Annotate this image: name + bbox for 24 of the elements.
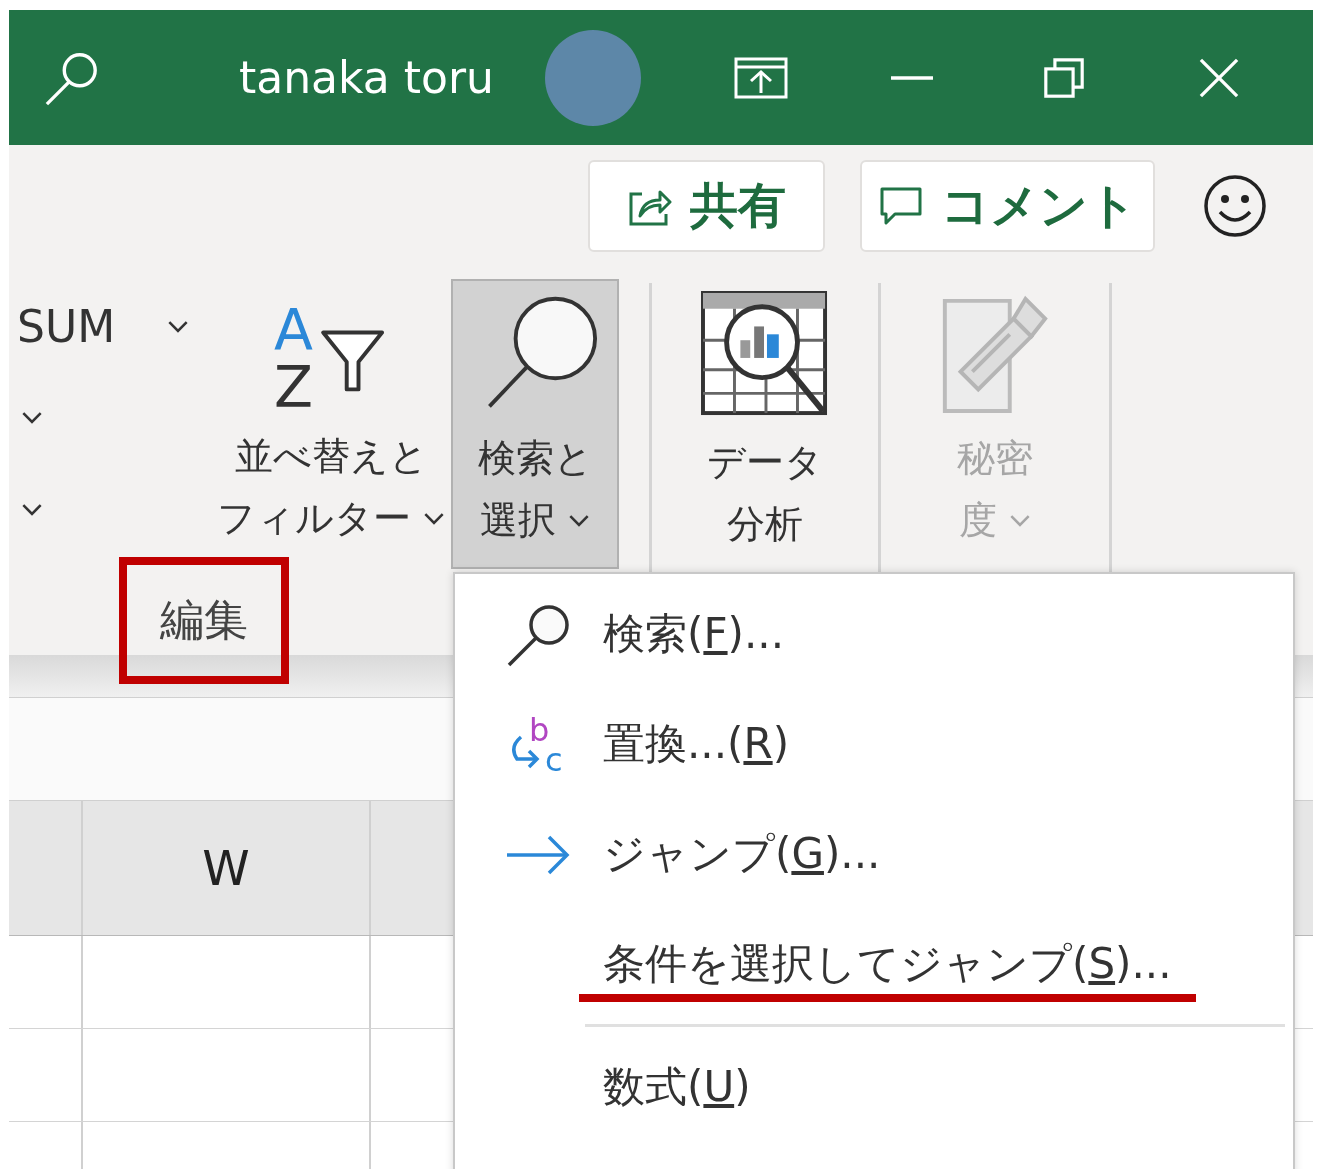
comment-button[interactable]: コメント [860,160,1155,252]
smiley-icon[interactable] [1203,174,1267,238]
share-button[interactable]: 共有 [588,160,825,252]
autosum-label[interactable]: SUM [17,300,116,352]
search-icon [505,603,571,667]
menu-item[interactable]: 数式(U) [455,1033,1293,1143]
group-label: 編集 [119,557,289,684]
restore-icon[interactable] [1044,57,1084,98]
data-analysis-button[interactable]: データ 分析 [652,279,878,569]
menu-item[interactable]: 検索(F)... [455,580,1293,690]
data-analysis-icon [701,291,829,417]
menu-item[interactable]: ジャンプ(G)... [455,800,1293,910]
close-icon[interactable] [1199,57,1239,98]
menu-item[interactable]: b c 置換...(R) [455,690,1293,800]
ribbon-display-icon[interactable] [734,56,788,99]
comment-icon [878,186,923,226]
user-name: tanaka toru [239,52,495,103]
minimize-icon[interactable] [891,75,933,80]
column-header[interactable]: W [202,840,250,896]
find-select-button[interactable]: 検索と 選択 [451,279,619,569]
clear-dropdown-icon [21,502,43,516]
fill-dropdown-icon [21,410,43,424]
menu-item[interactable]: 条件を選択してジャンプ(S)... [455,910,1293,1020]
autosum-dropdown-icon [167,319,190,333]
